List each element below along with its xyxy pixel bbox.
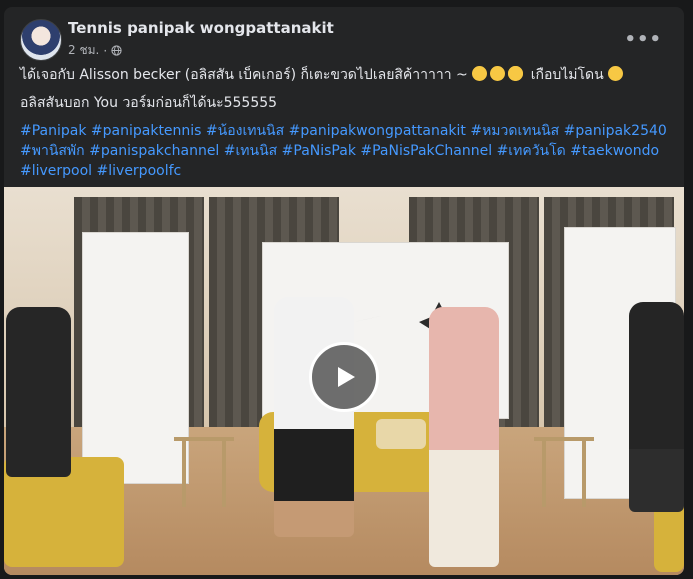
play-button[interactable]: [309, 342, 379, 412]
post-meta: 2 ชม. ·: [68, 41, 122, 60]
cushion: [376, 419, 426, 449]
person: [429, 307, 499, 567]
hashtags[interactable]: #Panipak #panipaktennis #น้องเทนนิส #pan…: [20, 121, 670, 181]
video-player[interactable]: [4, 187, 684, 575]
emoji-icon: [472, 66, 488, 81]
person: [6, 307, 71, 477]
emoji-icon: [608, 66, 624, 81]
play-icon: [338, 367, 355, 387]
emoji-icon: [508, 66, 524, 81]
post-header: Tennis panipak wongpattanakit 2 ชม. · ••…: [20, 17, 668, 61]
meta-dot: ·: [103, 43, 108, 58]
author-name[interactable]: Tennis panipak wongpattanakit: [68, 19, 334, 37]
post-card: Tennis panipak wongpattanakit 2 ชม. · ••…: [4, 7, 684, 575]
author-avatar[interactable]: [20, 19, 62, 61]
post-time[interactable]: 2 ชม.: [68, 41, 99, 60]
emoji-icon: [490, 66, 506, 81]
line1-text: ได้เจอกับ Alisson becker (อลิสสัน เบ็คเก…: [20, 67, 468, 83]
side-table: [534, 437, 594, 511]
person: [629, 302, 684, 512]
globe-icon: [111, 45, 122, 56]
backdrop-panel: [82, 232, 189, 484]
post-line-2: อลิสสันบอก You วอร์มก่อนก็ได้นะ555555: [20, 95, 278, 111]
post-line-1: ได้เจอกับ Alisson becker (อลิสสัน เบ็คเก…: [20, 65, 670, 85]
line1-suffix: เกือบไม่โดน: [530, 67, 604, 83]
more-icon[interactable]: •••: [624, 29, 662, 50]
post-text: ได้เจอกับ Alisson becker (อลิสสัน เบ็คเก…: [20, 65, 670, 189]
person: [274, 297, 354, 537]
side-table: [174, 437, 234, 511]
